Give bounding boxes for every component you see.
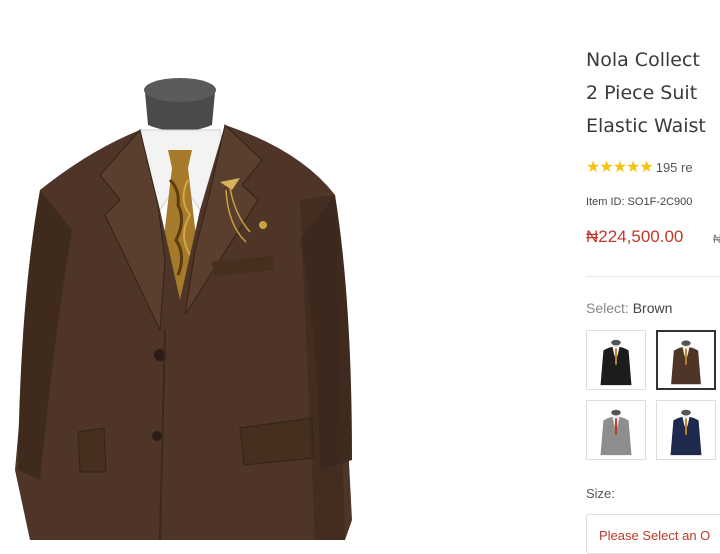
- sale-price: ₦224,500.00: [586, 227, 684, 246]
- product-title-line: Elastic Waist: [586, 115, 706, 137]
- jacket-button: [152, 431, 162, 441]
- divider: [586, 276, 720, 277]
- select-label-text: Select:: [586, 300, 629, 316]
- color-swatch-navy[interactable]: [656, 400, 716, 460]
- product-image: [15, 78, 352, 540]
- size-dropdown[interactable]: Please Select an O: [586, 514, 720, 554]
- original-price: ₦: [713, 232, 720, 246]
- suit-thumbnail-icon: [670, 409, 702, 456]
- product-title-line: Nola Collect: [586, 49, 700, 71]
- color-select-label: Select: Brown: [586, 300, 672, 316]
- color-swatch-gray[interactable]: [586, 400, 646, 460]
- color-swatch-black[interactable]: [586, 330, 646, 390]
- mannequin-top: [144, 78, 216, 102]
- color-swatch-brown[interactable]: [656, 330, 716, 390]
- rating[interactable]: ★★★★★ 195 re: [586, 157, 693, 177]
- product-title: Nola Collect 2 Piece Suit Elastic Waist: [586, 44, 706, 143]
- selected-color-value: Brown: [632, 300, 673, 316]
- suit-thumbnail-icon: [600, 409, 632, 456]
- suit-thumbnail-icon: [671, 340, 701, 385]
- product-title-line: 2 Piece Suit: [586, 82, 698, 104]
- star-rating-icon: ★★★★★: [586, 159, 654, 176]
- left-pocket: [77, 427, 107, 473]
- size-label: Size:: [586, 486, 615, 501]
- suit-thumbnail-icon: [600, 339, 632, 386]
- item-id: Item ID: SO1F-2C900: [586, 196, 693, 208]
- review-count-link[interactable]: 195 re: [656, 160, 693, 175]
